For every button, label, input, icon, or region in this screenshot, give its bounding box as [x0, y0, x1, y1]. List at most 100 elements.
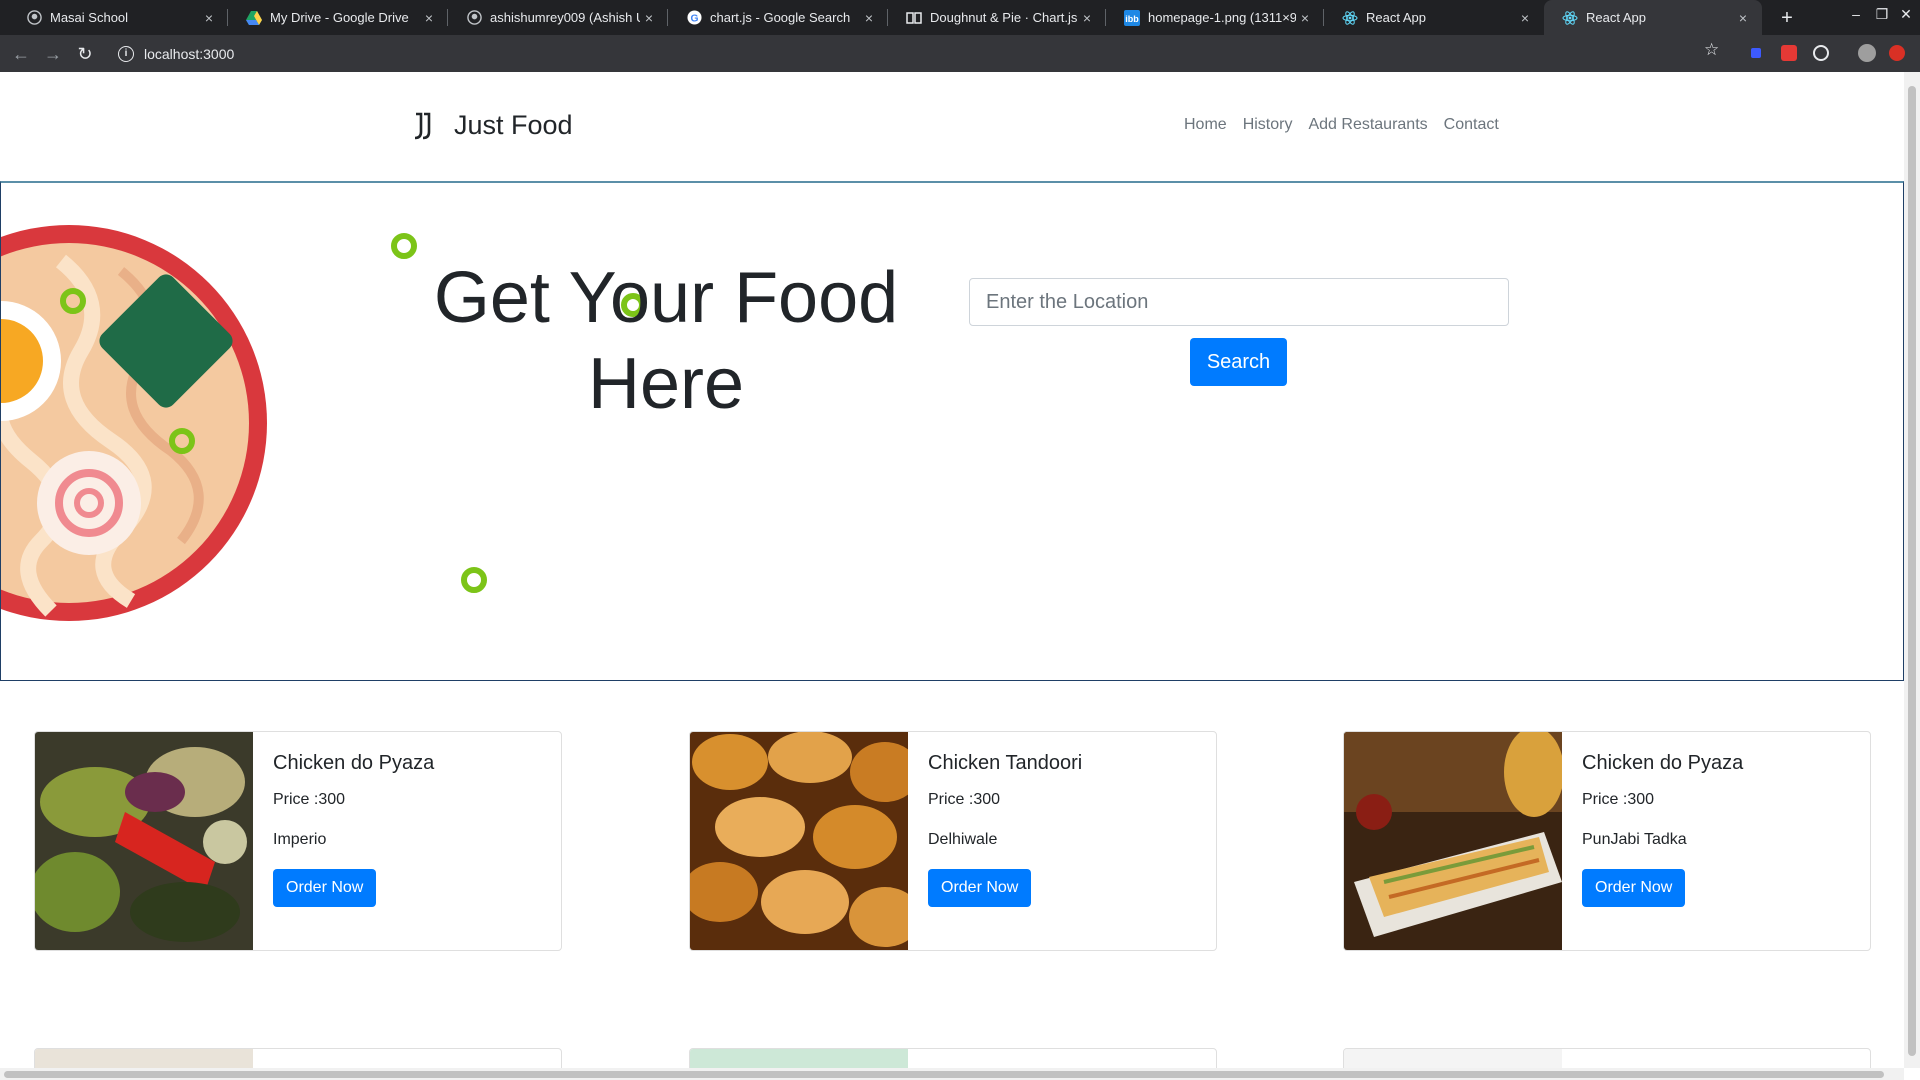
- nav-link-add-restaurants[interactable]: Add Restaurants: [1308, 116, 1427, 134]
- card-price: Price :300: [1582, 791, 1655, 808]
- hero-title: Get Your Food Here: [421, 255, 911, 427]
- tab-title: chart.js - Google Search: [710, 10, 851, 25]
- close-tab-icon[interactable]: ×: [1296, 10, 1314, 26]
- scrollbar-thumb[interactable]: [1908, 86, 1916, 1056]
- book-icon: [906, 10, 922, 26]
- new-tab-button[interactable]: +: [1774, 5, 1800, 31]
- close-tab-icon[interactable]: ×: [420, 10, 438, 26]
- grilled-vegetables-image: [35, 732, 253, 950]
- bookmark-star-icon[interactable]: ☆: [1704, 40, 1719, 60]
- google-drive-icon: [246, 10, 262, 26]
- browser-tab[interactable]: ashishumrey009 (Ashish Umrey) ×: [448, 0, 668, 35]
- search-button[interactable]: Search: [1190, 338, 1287, 386]
- card-body: Chicken do Pyaza Price :300 Imperio Orde…: [253, 732, 454, 950]
- food-card: Chicken do Pyaza Price :300 PunJabi Tadk…: [1343, 731, 1871, 951]
- card-image-partial: [35, 1049, 253, 1068]
- card-price: Price :300: [273, 791, 346, 808]
- hero-section: Get Your Food Here Search: [0, 181, 1904, 681]
- site-info-icon[interactable]: i: [118, 45, 134, 62]
- card-image-partial: [690, 1049, 908, 1068]
- update-icon[interactable]: [1889, 45, 1905, 61]
- order-now-button[interactable]: Order Now: [928, 869, 1032, 907]
- address-bar[interactable]: i localhost:3000: [108, 39, 1728, 68]
- card-price: Price :300: [928, 791, 1001, 808]
- horizontal-scrollbar[interactable]: [0, 1068, 1904, 1080]
- nav-link-contact[interactable]: Contact: [1444, 116, 1499, 134]
- card-restaurant: PunJabi Tadka: [1582, 831, 1687, 848]
- browser-tab-strip: Masai School × My Drive - Google Drive ×…: [0, 0, 1920, 35]
- close-tab-icon[interactable]: ×: [1734, 10, 1752, 26]
- browser-tab[interactable]: My Drive - Google Drive ×: [228, 0, 448, 35]
- food-card-partial: [34, 1048, 562, 1068]
- svg-text:G: G: [690, 13, 698, 24]
- card-image-partial: [1344, 1049, 1562, 1068]
- card-body: Chicken Tandoori Price :300 Delhiwale Or…: [908, 732, 1102, 950]
- food-card: Chicken Tandoori Price :300 Delhiwale Or…: [689, 731, 1217, 951]
- card-restaurant: Delhiwale: [928, 831, 998, 848]
- card-title: Chicken Tandoori: [928, 752, 1083, 774]
- ramen-bowl-illustration: [1, 225, 267, 621]
- vertical-scrollbar[interactable]: [1904, 72, 1920, 1068]
- url-text: localhost:3000: [144, 45, 235, 62]
- close-tab-icon[interactable]: ×: [1516, 10, 1534, 26]
- card-title: Chicken do Pyaza: [1582, 752, 1744, 774]
- react-icon: [1562, 10, 1578, 26]
- decorative-ring-icon: [461, 567, 487, 593]
- tab-title: homepage-1.png (1311×921): [1148, 10, 1296, 25]
- extension-icon[interactable]: [1781, 45, 1797, 61]
- brand-name: Just Food: [454, 110, 573, 140]
- react-icon: [1342, 10, 1358, 26]
- extension-icon[interactable]: [1751, 48, 1761, 58]
- browser-tab[interactable]: Masai School ×: [8, 0, 228, 35]
- brand-link[interactable]: Just Food: [412, 110, 573, 141]
- close-tab-icon[interactable]: ×: [1078, 10, 1096, 26]
- browser-toolbar: ← → ↻ i localhost:3000 ☆: [0, 35, 1920, 72]
- extension-icon[interactable]: [1813, 45, 1829, 61]
- tab-title: Doughnut & Pie · Chart.js documentation: [930, 10, 1078, 25]
- github-icon: [26, 10, 42, 26]
- browser-tab[interactable]: G chart.js - Google Search ×: [668, 0, 888, 35]
- reload-icon[interactable]: ↻: [73, 42, 97, 66]
- food-card-partial: [1343, 1048, 1871, 1068]
- profile-avatar[interactable]: [1858, 44, 1876, 62]
- tab-title: Masai School: [50, 10, 129, 25]
- restore-window-icon[interactable]: ❐: [1872, 6, 1892, 23]
- juventus-logo-icon: [414, 112, 431, 139]
- nav-links: Home History Add Restaurants Contact: [1184, 116, 1515, 134]
- navbar: Just Food Home History Add Restaurants C…: [0, 72, 1904, 181]
- google-icon: G: [686, 10, 702, 26]
- food-card-partial: [689, 1048, 1217, 1068]
- nuts-image: [690, 732, 908, 950]
- close-tab-icon[interactable]: ×: [200, 10, 218, 26]
- card-title: Chicken do Pyaza: [273, 752, 435, 774]
- tab-title: React App: [1586, 10, 1646, 25]
- scrollbar-thumb[interactable]: [4, 1071, 1884, 1078]
- page-viewport: Just Food Home History Add Restaurants C…: [0, 72, 1904, 1068]
- order-now-button[interactable]: Order Now: [273, 869, 377, 907]
- close-tab-icon[interactable]: ×: [860, 10, 878, 26]
- nav-link-history[interactable]: History: [1243, 116, 1293, 134]
- browser-tab[interactable]: ibb homepage-1.png (1311×921) ×: [1106, 0, 1324, 35]
- nav-link-home[interactable]: Home: [1184, 116, 1227, 134]
- decorative-ring-icon: [391, 233, 417, 259]
- forward-arrow-icon[interactable]: →: [41, 42, 65, 66]
- tab-title: React App: [1366, 10, 1426, 25]
- close-tab-icon[interactable]: ×: [640, 10, 658, 26]
- hero-title-line1: Get Your Food: [433, 258, 899, 338]
- close-window-icon[interactable]: ✕: [1896, 6, 1916, 23]
- tab-title: ashishumrey009 (Ashish Umrey): [490, 10, 640, 25]
- food-card: Chicken do Pyaza Price :300 Imperio Orde…: [34, 731, 562, 951]
- browser-tab[interactable]: Doughnut & Pie · Chart.js documentation …: [888, 0, 1106, 35]
- svg-text:ibb: ibb: [1125, 14, 1139, 24]
- tab-title: My Drive - Google Drive: [270, 10, 409, 25]
- browser-tab[interactable]: React App ×: [1324, 0, 1544, 35]
- flatbread-image: [1344, 732, 1562, 950]
- image-host-icon: ibb: [1124, 9, 1140, 26]
- back-arrow-icon[interactable]: ←: [9, 42, 33, 66]
- order-now-button[interactable]: Order Now: [1582, 869, 1686, 907]
- location-search-input[interactable]: [969, 278, 1509, 326]
- github-icon: [466, 10, 482, 26]
- browser-tab-active[interactable]: React App ×: [1544, 0, 1762, 35]
- minimize-window-icon[interactable]: –: [1846, 6, 1866, 22]
- hero-title-line2: Here: [587, 344, 745, 424]
